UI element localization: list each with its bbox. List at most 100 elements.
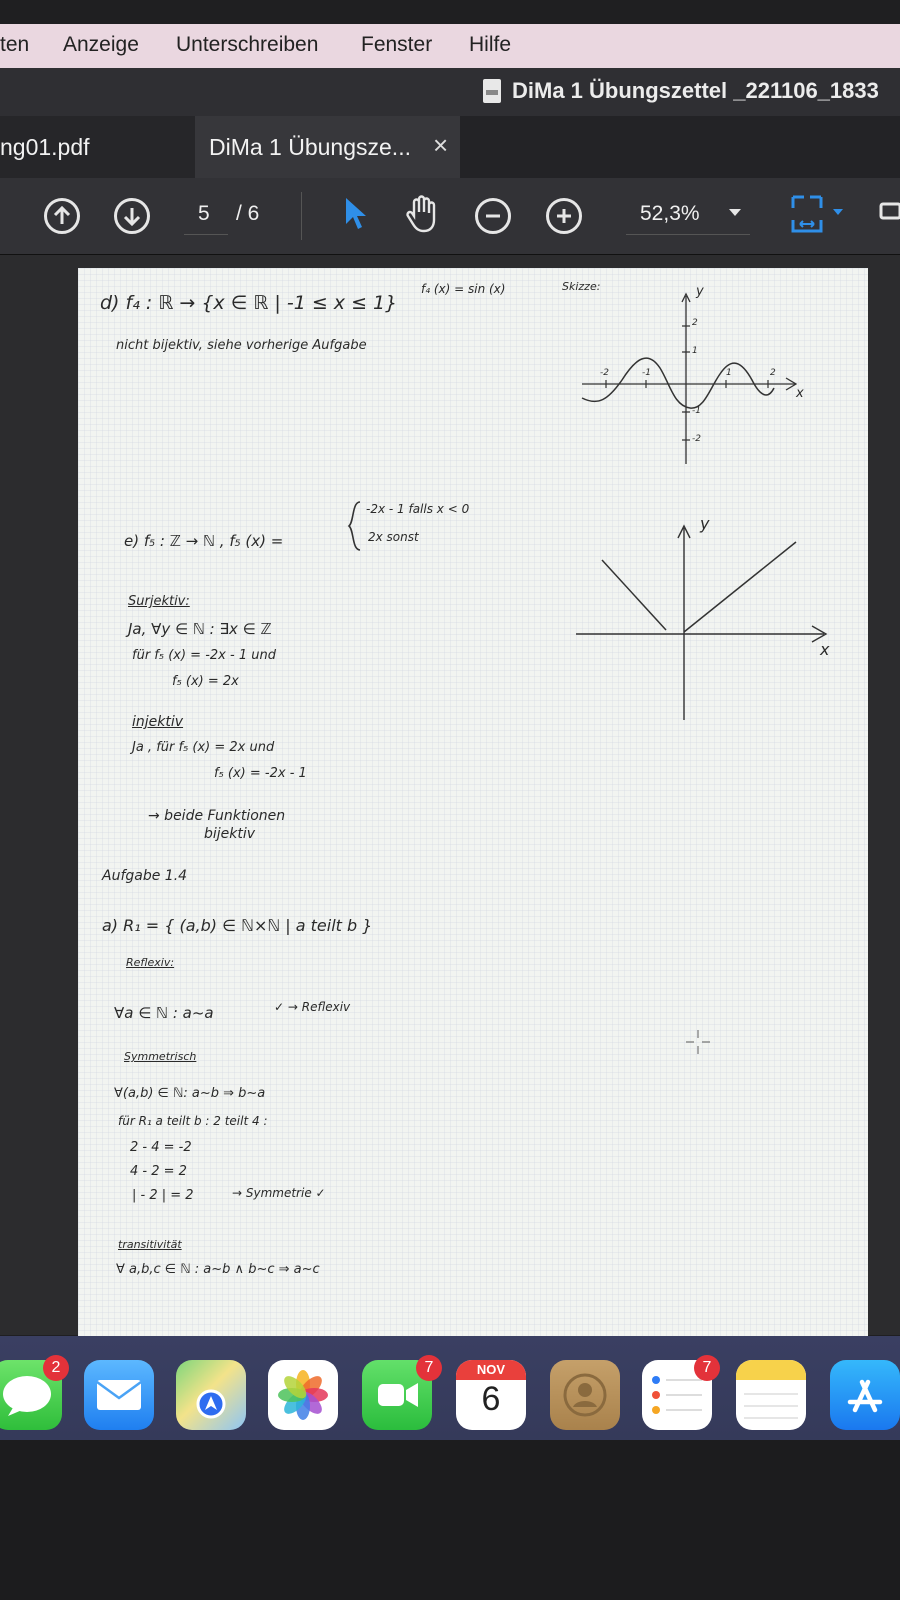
notes-lines-icon [744, 1393, 798, 1419]
menu-bar: ten Anzeige Unterschreiben Fenster Hilfe [0, 24, 900, 68]
messages-badge: 2 [43, 1355, 69, 1381]
symmetric-line-4: 4 - 2 = 2 [130, 1164, 187, 1179]
maps-app-icon[interactable] [176, 1360, 246, 1430]
menu-item-unterschreiben[interactable]: Unterschreiben [176, 33, 318, 57]
symmetric-line-1: ∀(a,b) ∈ ℕ: a~b ⇒ b~a [114, 1086, 266, 1101]
pdf-document-icon [483, 79, 501, 103]
bijective-line-2: bijektiv [204, 826, 256, 842]
transitive-title: transitivität [118, 1238, 182, 1251]
page-total: / 6 [236, 202, 260, 225]
zoom-level-select[interactable]: 52,3% [640, 202, 700, 226]
notes-app-icon[interactable] [736, 1360, 806, 1430]
contact-person-icon [563, 1373, 607, 1417]
arrow-down-icon [123, 208, 141, 227]
injective-title: injektiv [132, 714, 184, 730]
task-e-case1: -2x - 1 falls x < 0 [366, 502, 470, 516]
menu-item-fenster[interactable]: Fenster [361, 33, 432, 57]
page-number-input[interactable]: 5 [198, 202, 210, 226]
sketch1-tick-xm2: -2 [600, 368, 609, 378]
sketch1-tick-y1: 1 [692, 346, 698, 356]
task-e-heading: e) f₅ : ℤ → ℕ , f₅ (x) = [124, 532, 284, 550]
sketch1-tick-x1: 1 [726, 368, 732, 378]
facetime-badge: 7 [416, 1355, 442, 1381]
plus-icon [557, 209, 571, 223]
hand-tool-icon[interactable] [405, 194, 441, 234]
menu-item-bearbeiten[interactable]: ten [0, 33, 29, 57]
screen-bezel [0, 1440, 900, 1600]
app-store-a-icon [847, 1379, 883, 1413]
injective-line-2: f₅ (x) = -2x - 1 [214, 766, 307, 781]
transitive-line-1: ∀ a,b,c ∈ ℕ : a~b ∧ b~c ⇒ a~c [116, 1262, 320, 1277]
sketch1-tick-ym1: -1 [692, 406, 701, 416]
arrow-up-icon [53, 205, 71, 224]
window-title-bar: DiMa 1 Übungszettel _221106_1833 [0, 68, 900, 116]
select-tool-icon[interactable] [343, 196, 369, 232]
tab-previous-pdf[interactable]: ng01.pdf [0, 116, 195, 178]
map-pin-icon [196, 1389, 226, 1419]
reflexive-title: Reflexiv: [126, 956, 175, 969]
minus-icon [486, 214, 500, 218]
tab-label: ng01.pdf [0, 134, 90, 160]
surjective-line-2: für f₅ (x) = -2x - 1 und [132, 648, 276, 663]
calendar-app-icon[interactable]: NOV 6 [456, 1360, 526, 1430]
symmetric-line-6: → Symmetrie ✓ [232, 1186, 326, 1200]
toolbar: 5 / 6 52,3% [0, 178, 900, 255]
pdf-page: d) f₄ : ℝ → {x ∈ ℝ | -1 ≤ x ≤ 1} f₄ (x) … [78, 268, 868, 1338]
contacts-app-icon[interactable] [550, 1360, 620, 1430]
close-tab-icon[interactable]: × [433, 130, 448, 161]
reminders-badge: 7 [694, 1355, 720, 1381]
menu-item-anzeige[interactable]: Anzeige [63, 33, 139, 57]
sketch2-y-label: y [700, 514, 710, 533]
sketch1-x-label: x [796, 386, 804, 401]
symmetric-line-5: | - 2 | = 2 [132, 1188, 194, 1203]
task-d-formula: f₄ (x) = sin (x) [421, 282, 506, 296]
symmetric-line-3: 2 - 4 = -2 [130, 1140, 192, 1155]
piecewise-linear-sketch [576, 524, 828, 720]
zoom-out-button[interactable] [475, 198, 511, 234]
crosshair-cursor-icon [686, 1030, 710, 1054]
task-d-text: nicht bijektiv, siehe vorherige Aufgabe [116, 338, 367, 353]
toolbar-divider [301, 192, 302, 240]
photos-app-icon[interactable] [268, 1360, 338, 1430]
symmetric-title: Symmetrisch [124, 1050, 197, 1063]
print-icon[interactable] [878, 196, 900, 232]
chevron-down-icon[interactable] [832, 208, 844, 216]
surjective-line-1: Ja, ∀y ∈ ℕ : ∃x ∈ ℤ [128, 620, 272, 638]
aufgabe-title: Aufgabe 1.4 [102, 868, 188, 884]
surjective-title: Surjektiv: [128, 594, 190, 609]
chevron-down-icon[interactable] [728, 208, 742, 218]
window-title: DiMa 1 Übungszettel _221106_1833 [512, 78, 879, 103]
zoom-in-button[interactable] [546, 198, 582, 234]
symmetric-line-2: für R₁ a teilt b : 2 teilt 4 : [118, 1114, 268, 1128]
reflexive-line-1: ∀a ∈ ℕ : a~a [114, 1004, 214, 1022]
mail-app-icon[interactable] [84, 1360, 154, 1430]
calendar-day: 6 [481, 1380, 501, 1418]
page-number-underline [184, 234, 228, 235]
sketch2-x-label: x [820, 640, 830, 659]
tab-dima-uebungszettel[interactable]: DiMa 1 Übungsze... × [195, 116, 460, 178]
tab-label: DiMa 1 Übungsze... [209, 134, 411, 160]
task-d-heading: d) f₄ : ℝ → {x ∈ ℝ | -1 ≤ x ≤ 1} [100, 292, 398, 314]
zoom-underline [626, 234, 750, 235]
sketch1-y-label: y [696, 284, 704, 299]
photos-flower-icon [278, 1370, 328, 1420]
next-page-button[interactable] [114, 198, 150, 234]
previous-page-button[interactable] [44, 198, 80, 234]
task-e-case2: 2x sonst [368, 530, 419, 544]
sketch1-tick-xm1: -1 [642, 368, 651, 378]
page-fit-icon[interactable] [790, 194, 824, 234]
bijective-line-1: → beide Funktionen [148, 808, 286, 824]
sketch1-tick-y2: 2 [692, 318, 698, 328]
calendar-month: NOV [476, 1362, 506, 1377]
envelope-icon [96, 1380, 142, 1410]
piecewise-brace [347, 501, 361, 551]
surjective-line-3: f₅ (x) = 2x [172, 674, 239, 689]
app-store-icon[interactable] [830, 1360, 900, 1430]
menu-item-hilfe[interactable]: Hilfe [469, 33, 511, 57]
injective-line-1: Ja , für f₅ (x) = 2x und [132, 740, 275, 755]
sketch1-tick-x2: 2 [770, 368, 776, 378]
sketch1-tick-ym2: -2 [692, 434, 701, 444]
tab-bar: ng01.pdf DiMa 1 Übungsze... × [0, 116, 900, 178]
reflexive-line-2: ✓ → Reflexiv [274, 1000, 351, 1014]
task-a-heading: a) R₁ = { (a,b) ∈ ℕ×ℕ | a teilt b } [102, 916, 373, 935]
